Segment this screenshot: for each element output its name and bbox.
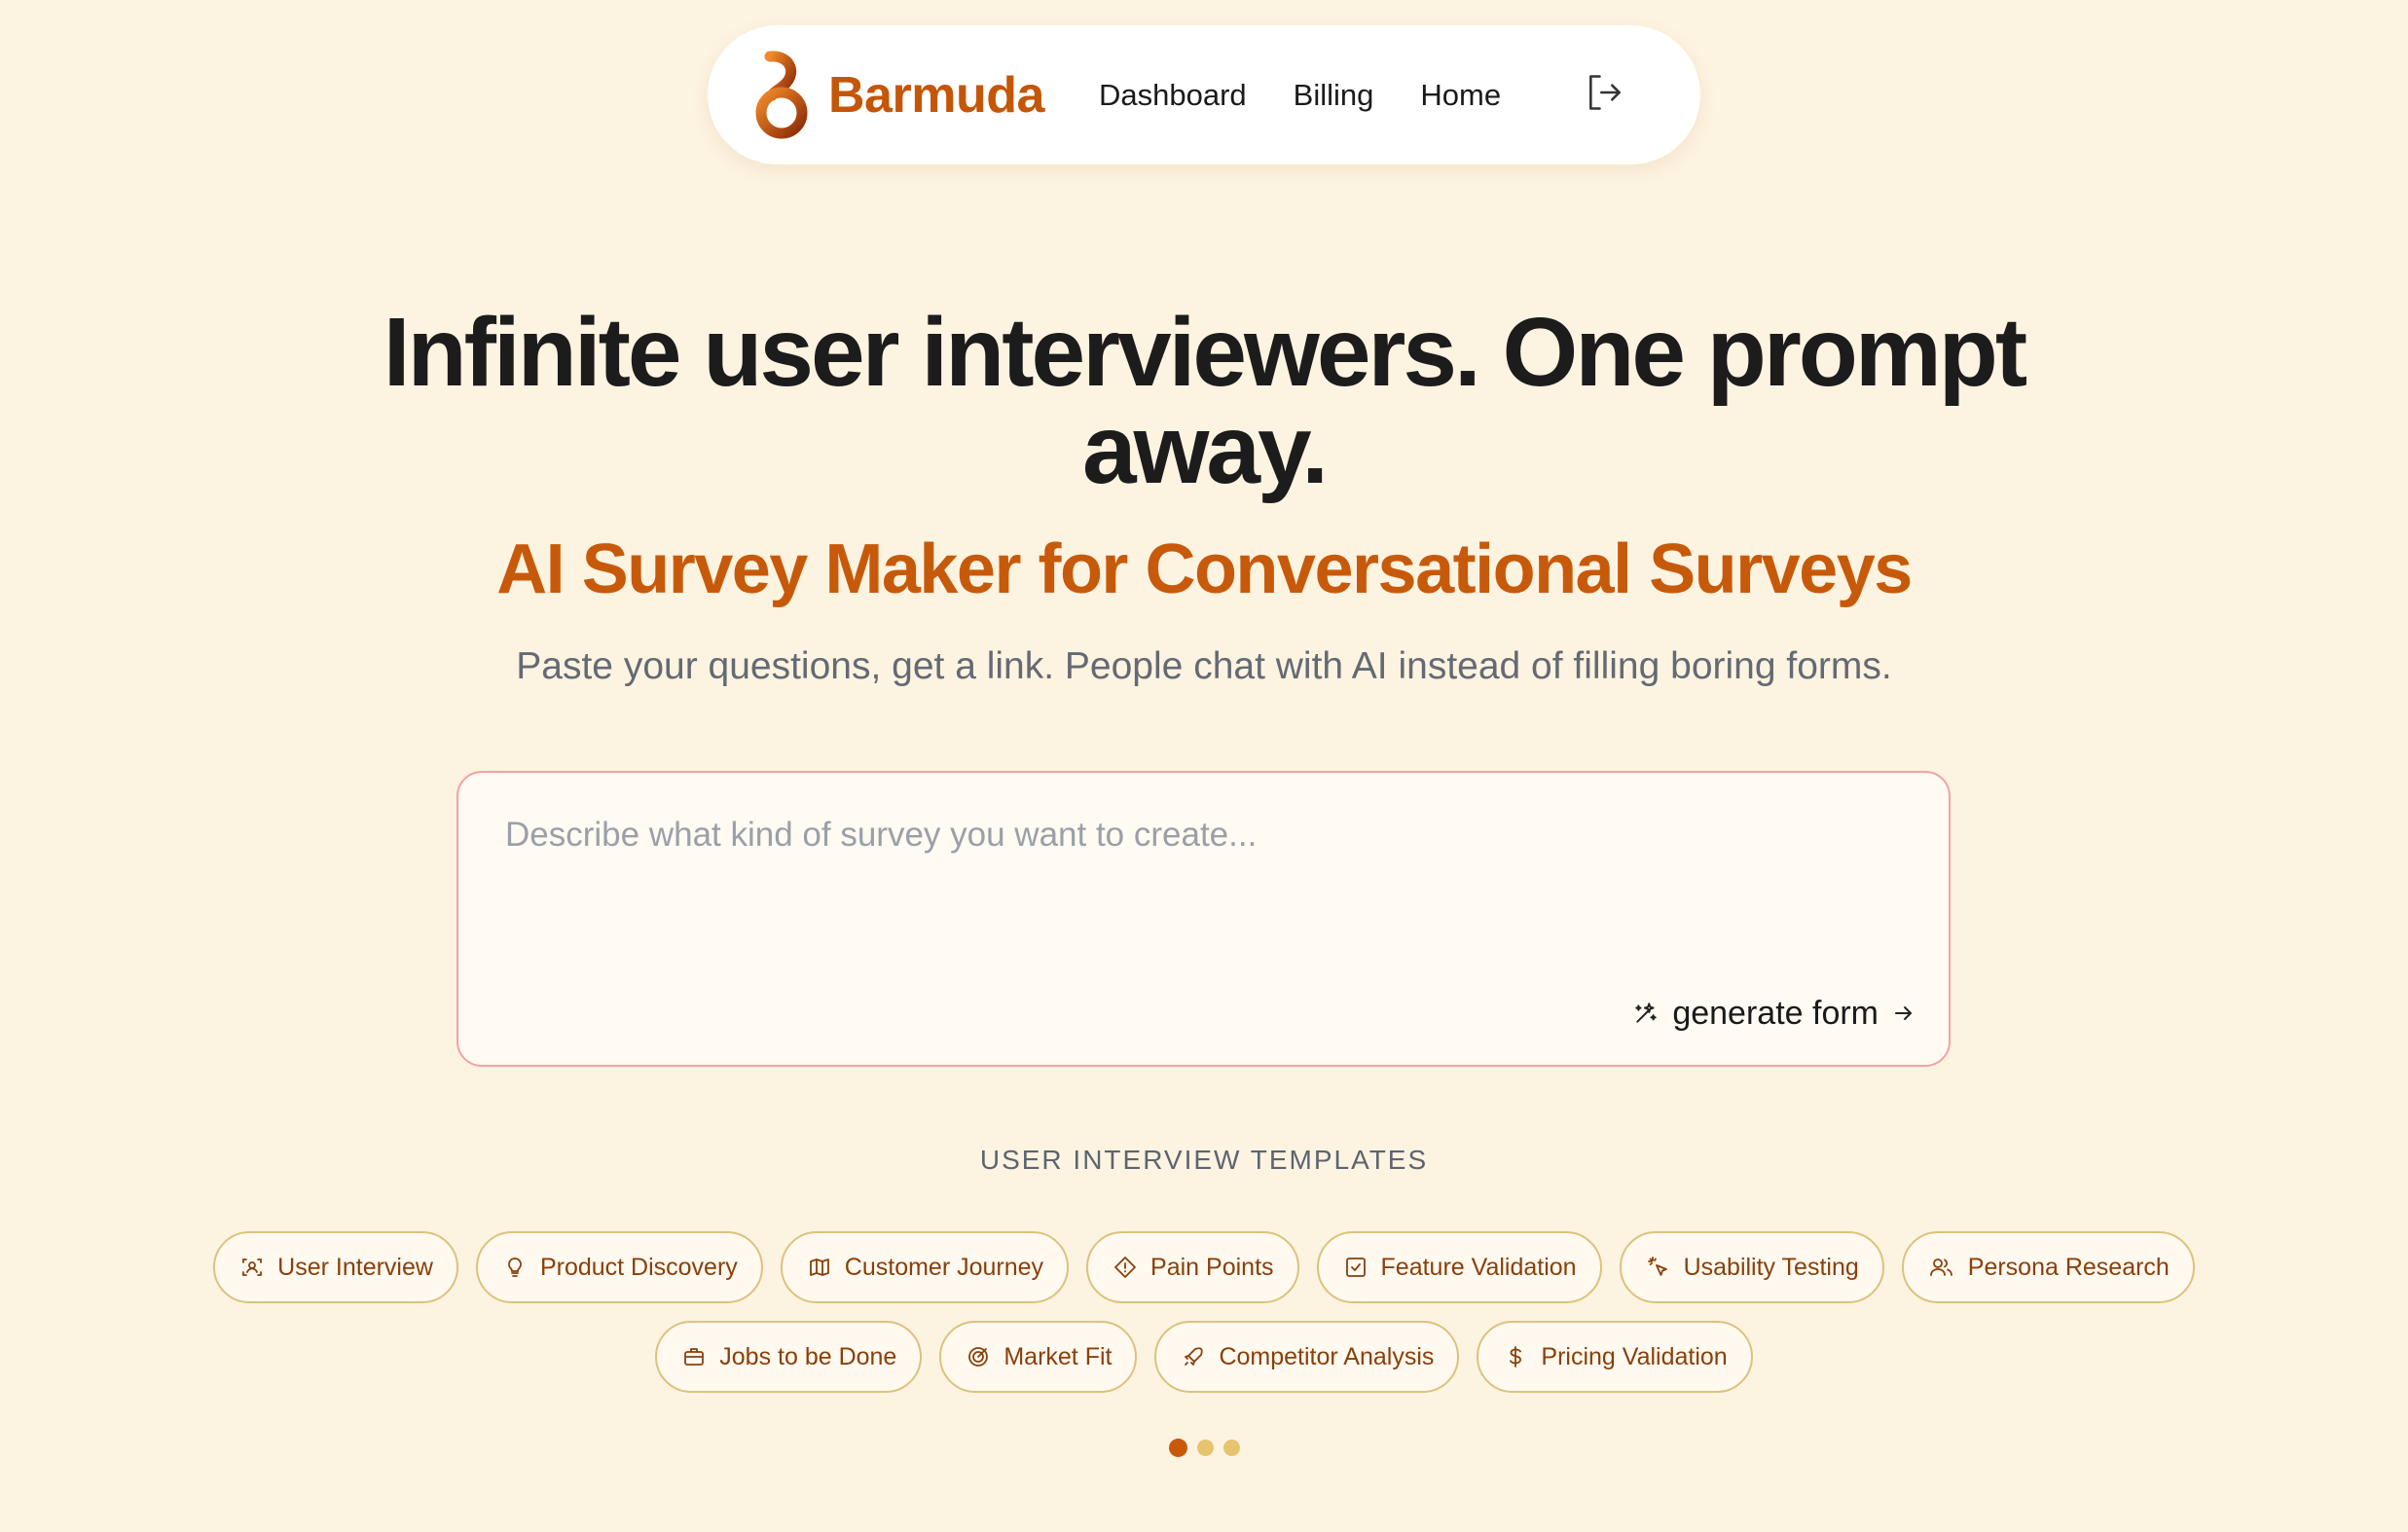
template-chip-user-interview[interactable]: User Interview [213, 1231, 458, 1303]
nav-link-billing[interactable]: Billing [1294, 78, 1374, 113]
chip-label: Usability Testing [1683, 1253, 1859, 1281]
template-chip-feature-validation[interactable]: Feature Validation [1316, 1231, 1602, 1303]
target-icon [967, 1345, 990, 1368]
barmuda-logo-icon [750, 51, 811, 140]
template-chip-pricing-validation[interactable]: Pricing Validation [1477, 1321, 1753, 1393]
check-square-icon [1344, 1256, 1368, 1279]
chip-label: Feature Validation [1380, 1253, 1577, 1281]
template-pagination [0, 1439, 2408, 1457]
templates-row-2: Jobs to be Done Market Fit Competitor An… [0, 1321, 2408, 1393]
brand-logo[interactable]: Barmuda [750, 49, 1044, 142]
template-chip-jobs-to-be-done[interactable]: Jobs to be Done [655, 1321, 923, 1393]
nav-link-home[interactable]: Home [1420, 78, 1501, 113]
pagination-dot-3[interactable] [1222, 1440, 1240, 1456]
template-chip-pain-points[interactable]: Pain Points [1086, 1231, 1299, 1303]
generate-form-button[interactable]: generate form [1633, 989, 1915, 1038]
chip-label: Customer Journey [844, 1253, 1044, 1281]
logout-icon [1584, 71, 1632, 114]
chip-label: Persona Research [1967, 1253, 2170, 1281]
template-chip-usability-testing[interactable]: Usability Testing [1619, 1231, 1884, 1303]
brand-name: Barmuda [828, 67, 1044, 124]
template-chip-market-fit[interactable]: Market Fit [939, 1321, 1138, 1393]
top-nav: Barmuda Dashboard Billing Home [708, 25, 1700, 164]
survey-prompt-box: generate form [456, 771, 1951, 1067]
nav-links: Dashboard Billing Home [1099, 25, 1501, 164]
logout-button[interactable] [1584, 71, 1632, 120]
survey-prompt-input[interactable] [505, 816, 1887, 952]
users-icon [1929, 1256, 1954, 1279]
hero-description: Paste your questions, get a link. People… [516, 645, 1892, 687]
hero-title: Infinite user interviewers. One prompt a… [383, 298, 2027, 504]
template-chip-competitor-analysis[interactable]: Competitor Analysis [1154, 1321, 1460, 1393]
chip-label: Market Fit [1003, 1342, 1113, 1370]
pagination-dot-2[interactable] [1196, 1440, 1214, 1456]
chip-label: Competitor Analysis [1219, 1342, 1435, 1370]
diamond-icon [1113, 1256, 1137, 1279]
scan-user-icon [240, 1256, 264, 1279]
chip-label: Pricing Validation [1541, 1342, 1728, 1370]
arrow-right-icon [1892, 1002, 1915, 1025]
template-chip-persona-research[interactable]: Persona Research [1901, 1231, 2195, 1303]
chip-label: User Interview [277, 1253, 433, 1281]
nav-link-dashboard[interactable]: Dashboard [1099, 78, 1247, 113]
template-chip-product-discovery[interactable]: Product Discovery [475, 1231, 763, 1303]
rocket-icon [1182, 1345, 1205, 1368]
hero-subtitle: AI Survey Maker for Conversational Surve… [496, 530, 1913, 608]
dollar-icon [1504, 1345, 1527, 1368]
pagination-dot-1[interactable] [1168, 1439, 1187, 1457]
map-icon [808, 1256, 831, 1279]
magic-wand-icon [1633, 1001, 1659, 1026]
template-chip-customer-journey[interactable]: Customer Journey [780, 1231, 1070, 1303]
cursor-click-icon [1647, 1256, 1670, 1279]
templates-row-1: User Interview Product Discovery Custome… [0, 1231, 2408, 1303]
lightbulb-icon [503, 1256, 527, 1279]
chip-label: Product Discovery [539, 1253, 738, 1281]
generate-form-label: generate form [1672, 994, 1879, 1032]
chip-label: Pain Points [1150, 1253, 1274, 1281]
templates-heading: USER INTERVIEW TEMPLATES [979, 1145, 1429, 1175]
chip-label: Jobs to be Done [719, 1342, 897, 1370]
briefcase-icon [682, 1345, 706, 1368]
